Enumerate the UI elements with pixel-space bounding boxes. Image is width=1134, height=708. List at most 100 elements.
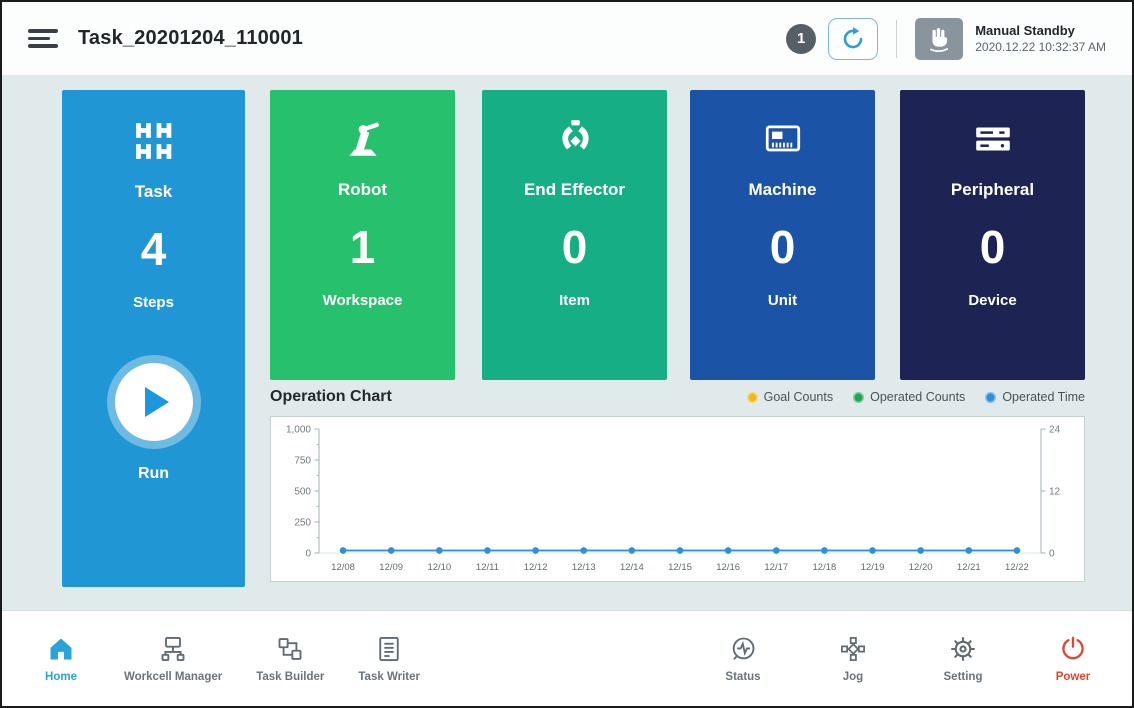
server-stack-icon [972,118,1014,160]
svg-text:12/10: 12/10 [427,562,451,573]
svg-text:12/16: 12/16 [716,562,740,573]
play-icon [145,387,169,417]
jog-pad-icon [839,635,867,663]
task-card: Task 4 Steps Run [62,90,245,587]
svg-text:12/18: 12/18 [813,562,837,573]
task-steps-value: 4 [141,226,167,272]
robot-workspace-value: 1 [350,224,376,270]
nav-home[interactable]: Home [32,635,90,683]
nav-setting[interactable]: Setting [934,635,992,683]
manual-mode-button[interactable] [915,18,963,60]
timestamp: 2020.12.22 10:32:37 AM [975,40,1106,54]
svg-text:12/08: 12/08 [331,562,355,573]
task-card-title: Task [135,182,173,202]
nav-power[interactable]: Power [1044,635,1102,683]
servo-reset-button[interactable] [828,18,878,60]
nav-workcell-manager-label: Workcell Manager [124,671,222,683]
legend-dot-time [985,392,996,403]
legend-dot-operated [853,392,864,403]
hamburger-menu-icon[interactable] [28,25,58,52]
peripheral-device-unit: Device [968,292,1016,309]
svg-text:500: 500 [294,487,311,498]
nav-status[interactable]: Status [714,635,772,683]
power-icon [1059,635,1087,663]
header-right: 1 Manua [786,18,1106,60]
task-title: Task_20201204_110001 [78,27,303,50]
nav-task-builder[interactable]: Task Builder [256,635,324,683]
legend-operated-label: Operated Counts [870,390,965,404]
legend-goal-counts: Goal Counts [747,390,833,404]
chart-title: Operation Chart [270,388,392,406]
run-label: Run [138,465,169,483]
chart-plot-area: 1,00075050025002412012/0812/0912/1012/11… [270,416,1085,582]
nav-task-builder-label: Task Builder [256,671,324,683]
robot-workspace-unit: Workspace [323,292,403,309]
status-pulse-icon [729,635,757,663]
hand-icon [926,26,952,52]
nav-setting-label: Setting [944,671,983,683]
home-icon [47,635,75,663]
run-button[interactable] [115,363,193,441]
svg-text:1,000: 1,000 [286,425,311,436]
task-steps-unit: Steps [133,294,174,311]
legend-time-label: Operated Time [1002,390,1085,404]
task-writer-icon [375,635,403,663]
end-effector-card-title: End Effector [524,180,625,200]
nav-task-writer-label: Task Writer [358,671,420,683]
svg-text:250: 250 [294,518,311,529]
svg-text:24: 24 [1049,425,1061,436]
nav-status-label: Status [725,671,760,683]
svg-text:12/15: 12/15 [668,562,692,573]
svg-text:0: 0 [1049,549,1055,560]
app-window: Task_20201204_110001 1 [0,0,1134,708]
svg-text:12/14: 12/14 [620,562,644,573]
machine-unit-unit: Unit [768,292,797,309]
nav-home-label: Home [45,671,77,683]
machine-unit-value: 0 [770,224,796,270]
legend-dot-goal [747,392,758,403]
gripper-icon [554,118,596,160]
gear-icon [949,635,977,663]
svg-text:12/11: 12/11 [476,562,499,573]
chart-legend: Goal Counts Operated Counts Operated Tim… [747,390,1085,404]
legend-goal-label: Goal Counts [764,390,833,404]
svg-text:0: 0 [305,549,311,560]
peripheral-card[interactable]: Peripheral 0 Device [900,90,1085,380]
nav-jog-label: Jog [843,671,863,683]
end-effector-item-value: 0 [562,224,588,270]
rotate-icon [840,26,866,52]
nav-power-label: Power [1056,671,1091,683]
robot-card-title: Robot [338,180,387,200]
end-effector-card[interactable]: End Effector 0 Item [482,90,667,380]
machine-card-title: Machine [748,180,816,200]
legend-operated-time: Operated Time [985,390,1085,404]
mode-label: Manual Standby [975,23,1106,39]
machine-card[interactable]: Machine 0 Unit [690,90,875,380]
header-divider [896,20,897,58]
operation-chart: 1,00075050025002412012/0812/0912/1012/11… [271,417,1084,581]
svg-text:12/19: 12/19 [861,562,885,573]
svg-text:750: 750 [294,456,311,467]
end-effector-item-unit: Item [559,292,590,309]
operation-chart-section: Operation Chart Goal Counts Operated Cou… [270,388,1085,582]
svg-text:12: 12 [1049,487,1061,498]
nav-task-writer[interactable]: Task Writer [358,635,420,683]
mode-status: Manual Standby 2020.12.22 10:32:37 AM [975,23,1106,55]
svg-text:12/21: 12/21 [957,562,981,573]
main-content: Task 4 Steps Run Robot 1 Workspace [2,76,1132,614]
workcell-manager-icon [159,635,187,663]
svg-text:12/12: 12/12 [524,562,548,573]
peripheral-device-value: 0 [980,224,1006,270]
task-builder-icon [276,635,304,663]
nav-workcell-manager[interactable]: Workcell Manager [124,635,222,683]
task-icon [133,120,175,162]
robot-card[interactable]: Robot 1 Workspace [270,90,455,380]
svg-text:12/22: 12/22 [1005,562,1029,573]
header: Task_20201204_110001 1 [2,2,1132,76]
bottom-nav: Home Workcell Manager [2,610,1132,706]
svg-text:12/20: 12/20 [909,562,933,573]
robot-arm-icon [342,118,384,160]
svg-text:12/13: 12/13 [572,562,596,573]
alarm-count-badge[interactable]: 1 [786,24,816,54]
nav-jog[interactable]: Jog [824,635,882,683]
